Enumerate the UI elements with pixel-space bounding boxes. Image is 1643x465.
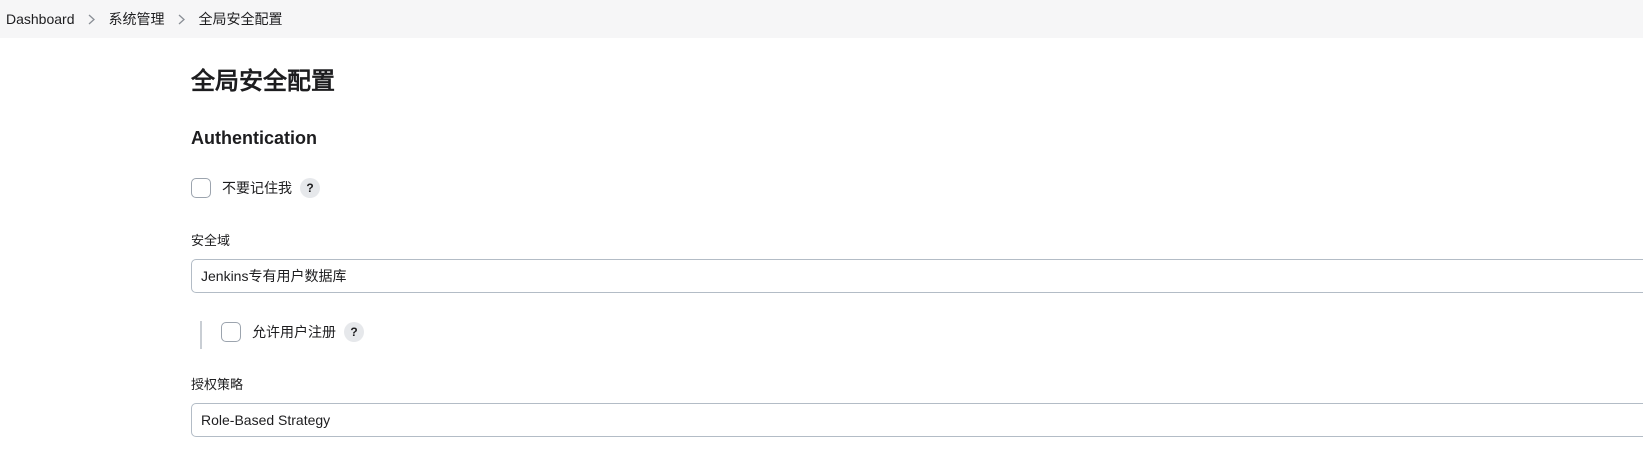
security-realm-select[interactable]: Jenkins专有用户数据库 (191, 259, 1643, 293)
breadcrumb-global-security[interactable]: 全局安全配置 (199, 3, 283, 35)
authorization-strategy-select[interactable]: Role-Based Strategy (191, 403, 1643, 437)
breadcrumb-dashboard[interactable]: Dashboard (6, 3, 75, 35)
chevron-right-icon (75, 3, 109, 35)
allow-signup-label[interactable]: 允许用户注册 (252, 322, 336, 342)
authorization-strategy-value: Role-Based Strategy (201, 412, 331, 428)
help-icon[interactable]: ? (300, 178, 320, 198)
section-title-authentication: Authentication (191, 128, 317, 148)
security-realm-label: 安全域 (191, 233, 231, 248)
remember-me-checkbox[interactable] (191, 178, 211, 198)
remember-me-row: 不要记住我 ? (191, 176, 320, 200)
breadcrumb-system-management[interactable]: 系统管理 (109, 3, 165, 35)
remember-me-label[interactable]: 不要记住我 (222, 178, 292, 198)
authorization-label: 授权策略 (191, 377, 244, 392)
nested-options-indent (200, 321, 205, 349)
security-realm-value: Jenkins专有用户数据库 (201, 268, 347, 284)
page-title: 全局安全配置 (191, 68, 335, 95)
help-icon[interactable]: ? (344, 322, 364, 342)
chevron-right-icon (165, 3, 199, 35)
allow-signup-checkbox[interactable] (221, 322, 241, 342)
allow-signup-row: 允许用户注册 ? (221, 320, 364, 344)
breadcrumb: Dashboard 系统管理 全局安全配置 (0, 0, 1643, 38)
